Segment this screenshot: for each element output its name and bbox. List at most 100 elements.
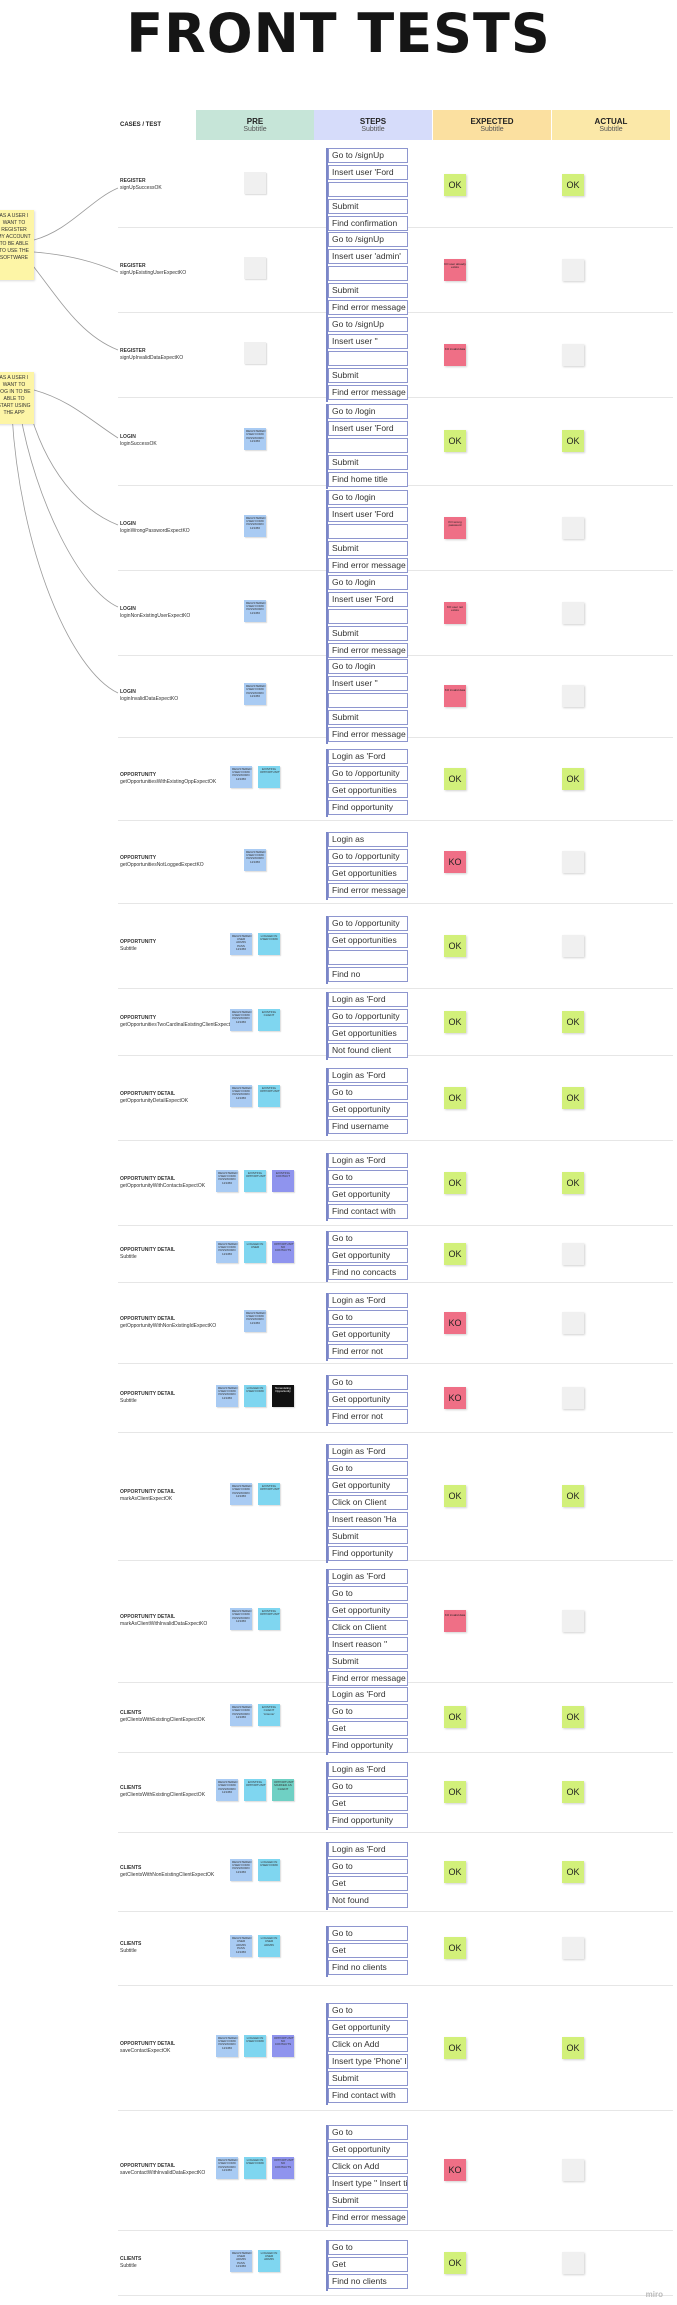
test-row: CLIENTS Subtitle Go to Get Find no clients RE… bbox=[118, 1911, 673, 1986]
precondition-note: REGISTERED USER ADMIN PASS 123456 bbox=[230, 932, 252, 955]
step-item: Insert user 'Ford bbox=[328, 507, 408, 522]
steps-list: Go to Get Find no clients bbox=[326, 1925, 408, 1977]
precondition-note: LOGGED IN USER FORD bbox=[244, 2157, 266, 2179]
precondition-note: OPPORTUNITY NO CONTACTS bbox=[272, 2157, 294, 2179]
test-row: OPPORTUNITY DETAIL getOpportunityWithCont… bbox=[118, 1140, 673, 1226]
test-case-label: OPPORTUNITY DETAIL getOpportunityWithNonE… bbox=[120, 1316, 216, 1330]
step-item: Insert user '' bbox=[328, 334, 408, 349]
precondition-note: REGISTERED USER FORD PASSWORD 123456 bbox=[230, 1483, 252, 1505]
precondition-note: EXISTING OPPORTUNITY bbox=[258, 765, 280, 788]
step-item: Find error message bbox=[328, 2210, 408, 2225]
step-item bbox=[328, 181, 408, 197]
step-item: Go to bbox=[328, 1084, 408, 1100]
step-item: Go to bbox=[328, 2240, 408, 2255]
step-item: Get bbox=[328, 1721, 408, 1736]
step-item: Click on Client bbox=[328, 1619, 408, 1635]
test-category: OPPORTUNITY DETAIL bbox=[120, 1315, 176, 1322]
test-name: saveContactExpectOK bbox=[120, 2047, 171, 2054]
test-category: OPPORTUNITY DETAIL bbox=[120, 2040, 176, 2047]
actual-result-note: OK bbox=[562, 1086, 584, 1109]
test-category: LOGIN bbox=[120, 605, 136, 612]
step-item: Go to /signUp bbox=[328, 232, 408, 247]
step-item: Go to bbox=[328, 2002, 408, 2018]
step-item: Submit bbox=[328, 1528, 408, 1544]
step-item: Insert user '' bbox=[328, 676, 408, 691]
test-case-label: REGISTER signUpSuccessOK bbox=[120, 178, 162, 192]
connector-register-1 bbox=[33, 187, 119, 241]
steps-list: Go to Get Find no clients bbox=[326, 2240, 408, 2291]
steps-list: Login as 'Ford Go to Get Find opportunity bbox=[326, 1762, 408, 1830]
connector-login-1 bbox=[33, 389, 119, 439]
step-item bbox=[328, 693, 408, 708]
step-item: Insert user 'Ford bbox=[328, 164, 408, 180]
precondition-note: EXISTING CLIENT 'Antonio' bbox=[258, 1704, 280, 1726]
test-name: getClientsWithNonExistingClientExpectOK bbox=[120, 1871, 215, 1878]
step-item: Insert reason 'Ha bbox=[328, 1511, 408, 1527]
expected-result-note: KO invalid data bbox=[444, 685, 466, 707]
precondition-note: REGISTERED USER FORD PASSWORD 123456 bbox=[230, 1608, 252, 1630]
test-row: REGISTER signUpExistingUserExpectKO Go to … bbox=[118, 227, 673, 317]
step-item: Login as 'Ford bbox=[328, 992, 408, 1007]
test-name: getOpportunityWithNonExistingIdExpectKO bbox=[120, 1322, 217, 1329]
step-item: Get bbox=[328, 1796, 408, 1811]
test-category: OPPORTUNITY DETAIL bbox=[120, 1246, 176, 1253]
test-name: saveContactWithInvalidDataExpectKO bbox=[120, 2170, 206, 2176]
test-name: loginSuccessOK bbox=[120, 441, 157, 447]
test-case-label: OPPORTUNITY getOpportunitiesWithExistingO… bbox=[120, 772, 216, 786]
step-item: Find no bbox=[328, 966, 408, 982]
test-row: OPPORTUNITY getOpportunitiesWithExistingO… bbox=[118, 737, 673, 821]
test-row: CLIENTS getClientsWithExistingClientExpec… bbox=[118, 1682, 673, 1755]
expected-result-note: OK bbox=[444, 1860, 466, 1883]
test-row: OPPORTUNITY DETAIL saveContactExpectOK Go … bbox=[118, 1985, 673, 2111]
actual-result-note bbox=[562, 1610, 584, 1632]
step-item: Get opportunity bbox=[328, 1477, 408, 1493]
test-category: REGISTER bbox=[120, 178, 146, 184]
expected-result-note: OK bbox=[444, 767, 466, 790]
precondition-note: LOGGED IN USER FORD bbox=[244, 2034, 266, 2057]
step-item: Submit bbox=[328, 541, 408, 556]
test-name: getOpportunityWithContactsExpectOK bbox=[120, 1182, 206, 1189]
step-item: Login as 'Ford bbox=[328, 1762, 408, 1777]
test-name: signUpSuccessOK bbox=[120, 185, 162, 191]
test-name: getOpportunitiesWithExistingOppExpectOK bbox=[120, 778, 217, 785]
test-name: getOpportunityDetailExpectOK bbox=[120, 1097, 189, 1104]
step-item: Go to bbox=[328, 1925, 408, 1941]
test-case-label: OPPORTUNITY DETAIL markAsClientExpectOK bbox=[120, 1489, 175, 1503]
precondition-note: REGISTERED USER FORD PASSWORD 123456 bbox=[230, 1704, 252, 1726]
step-item: Insert type '' Insert title '' bbox=[328, 2176, 408, 2191]
test-row: OPPORTUNITY DETAIL saveContactWithInvalid… bbox=[118, 2110, 673, 2231]
step-item: Click on Add bbox=[328, 2036, 408, 2052]
test-case-label: CLIENTS getClientsWithExistingClientExpec… bbox=[120, 1710, 205, 1724]
steps-list: Login as 'Ford Go to Get opportunity Find c… bbox=[326, 1152, 408, 1221]
step-item: Login as bbox=[328, 831, 408, 847]
precondition-note: REGISTERED USER ADMIN PASS 123456 bbox=[230, 2249, 252, 2272]
step-item: Submit bbox=[328, 368, 408, 383]
actual-result-note bbox=[562, 601, 584, 624]
step-item: Submit bbox=[328, 2070, 408, 2086]
test-category: OPPORTUNITY DETAIL bbox=[120, 1175, 176, 1182]
step-item bbox=[328, 609, 408, 624]
step-item: Go to /signUp bbox=[328, 147, 408, 163]
step-item: Find error not bbox=[328, 1343, 408, 1359]
step-item: Insert type 'Phone' Insert title bbox=[328, 2053, 408, 2069]
expected-result-note: KO bbox=[444, 1311, 466, 1334]
test-category: CLIENTS bbox=[120, 1864, 142, 1871]
test-case-label: OPPORTUNITY DETAIL Subtitle bbox=[120, 1247, 175, 1261]
step-item: Login as 'Ford bbox=[328, 1568, 408, 1584]
step-item: Get bbox=[328, 1942, 408, 1958]
test-name: signUpExistingUserExpectKO bbox=[120, 269, 187, 276]
test-name: Subtitle bbox=[120, 1253, 137, 1260]
step-item: Submit bbox=[328, 710, 408, 725]
connector-login-3 bbox=[19, 411, 119, 608]
actual-result-note: OK bbox=[562, 174, 584, 196]
actual-result-note: OK bbox=[562, 1781, 584, 1803]
step-item: Go to /login bbox=[328, 403, 408, 419]
test-row: CLIENTS getClientsWithExistingClientExpec… bbox=[118, 1752, 673, 1833]
step-item: Find opportunity bbox=[328, 1738, 408, 1753]
expected-result-note: OK bbox=[444, 1242, 466, 1265]
test-name: signUpInvalidDataExpectKO bbox=[120, 354, 184, 361]
step-item: Login as 'Ford bbox=[328, 1443, 408, 1459]
step-item: Go to /opportunity bbox=[328, 1009, 408, 1024]
test-case-label: OPPORTUNITY Subtitle bbox=[120, 939, 156, 953]
step-item bbox=[328, 524, 408, 539]
